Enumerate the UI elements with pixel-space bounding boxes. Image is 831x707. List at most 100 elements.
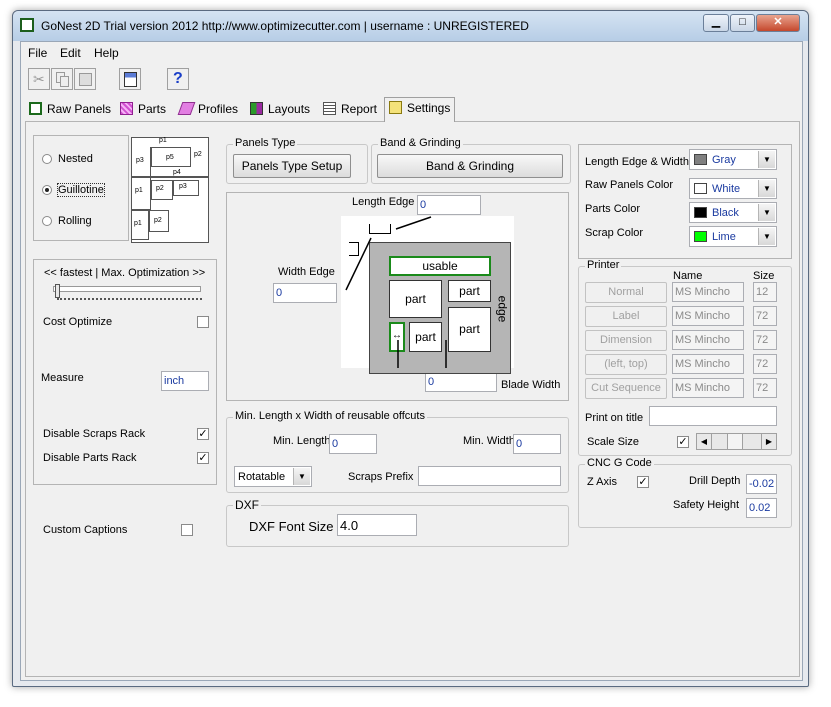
tab-settings[interactable]: Settings [384, 97, 456, 122]
printer-left-top-size[interactable]: 72 [753, 354, 777, 374]
app-window: GoNest 2D Trial version 2012 http://www.… [12, 10, 809, 687]
optimization-slider-thumb[interactable] [55, 284, 60, 298]
paste-icon [79, 73, 92, 86]
tab-profiles[interactable]: Profiles [176, 99, 242, 121]
drill-depth-label: Drill Depth [689, 475, 741, 487]
scroll-left-icon[interactable]: ◀ [697, 434, 712, 449]
printer-left-top-button[interactable]: (left, top) [585, 354, 667, 375]
settings-icon [389, 101, 402, 114]
scale-size-scrollbar[interactable]: ◀ ▶ [696, 433, 777, 450]
title-bar[interactable]: GoNest 2D Trial version 2012 http://www.… [13, 11, 808, 41]
printer-label-font[interactable]: MS Mincho [672, 306, 744, 326]
menu-edit[interactable]: Edit [60, 46, 81, 60]
scrap-color-select[interactable]: Lime ▼ [689, 226, 777, 247]
menu-file[interactable]: File [28, 46, 47, 60]
copy-button[interactable] [51, 68, 73, 90]
parts-icon [120, 102, 133, 115]
close-button[interactable]: ✕ [756, 14, 800, 32]
cut-button[interactable]: ✂ [28, 68, 50, 90]
dxf-font-size-input[interactable]: 4.0 [337, 514, 417, 536]
tab-raw-panels[interactable]: Raw Panels [25, 99, 115, 121]
printer-dimension-button[interactable]: Dimension [585, 330, 667, 351]
disable-parts-label: Disable Parts Rack [43, 452, 137, 464]
length-edge-color-select[interactable]: Gray ▼ [689, 149, 777, 170]
cost-optimize-checkbox[interactable] [197, 316, 209, 328]
min-width-input[interactable]: 0 [513, 434, 561, 454]
band-grinding-button[interactable]: Band & Grinding [377, 154, 563, 178]
radio-guillotine[interactable] [42, 185, 52, 195]
printer-cut-sequence-size[interactable]: 72 [753, 378, 777, 398]
disable-parts-checkbox[interactable]: ✓ [197, 452, 209, 464]
blade-width-label: Blade Width [501, 379, 561, 391]
z-axis-checkbox[interactable]: ✓ [637, 476, 649, 488]
report-icon [323, 102, 336, 115]
minimize-button[interactable]: ▁ [703, 14, 729, 32]
calculator-icon [124, 72, 137, 87]
raw-panels-color-swatch [694, 183, 707, 194]
printer-dimension-font[interactable]: MS Mincho [672, 330, 744, 350]
min-length-label: Min. Length [273, 435, 331, 447]
printer-label-button[interactable]: Label [585, 306, 667, 327]
printer-normal-size[interactable]: 12 [753, 282, 777, 302]
radio-nested[interactable] [42, 154, 52, 164]
tab-report[interactable]: Report [319, 99, 381, 121]
custom-captions-label: Custom Captions [43, 524, 128, 536]
printer-dimension-size[interactable]: 72 [753, 330, 777, 350]
min-length-input[interactable]: 0 [329, 434, 377, 454]
tab-parts[interactable]: Parts [116, 99, 170, 121]
scroll-thumb[interactable] [727, 434, 743, 449]
rotatable-select[interactable]: Rotatable ▼ [234, 466, 312, 487]
chevron-down-icon[interactable]: ▼ [293, 468, 310, 485]
parts-color-select[interactable]: Black ▼ [689, 202, 777, 223]
parts-color-label: Parts Color [585, 203, 641, 215]
printer-normal-font[interactable]: MS Mincho [672, 282, 744, 302]
printer-cut-sequence-button[interactable]: Cut Sequence [585, 378, 667, 399]
measure-input[interactable]: inch [161, 371, 209, 391]
scrap-color-label: Scrap Color [585, 227, 644, 239]
custom-captions-checkbox[interactable] [181, 524, 193, 536]
help-button[interactable]: ? [167, 68, 189, 90]
safety-height-input[interactable]: 0.02 [746, 498, 777, 518]
printer-label-size[interactable]: 72 [753, 306, 777, 326]
length-edge-label: Length Edge [352, 196, 415, 208]
printer-normal-button[interactable]: Normal [585, 282, 667, 303]
chevron-down-icon[interactable]: ▼ [758, 180, 775, 197]
printer-left-top-font[interactable]: MS Mincho [672, 354, 744, 374]
profiles-icon [177, 102, 196, 115]
scale-size-label: Scale Size [587, 436, 639, 448]
scraps-prefix-input[interactable] [418, 466, 561, 486]
width-edge-input[interactable]: 0 [273, 283, 337, 303]
drill-depth-input[interactable]: -0.02 [746, 474, 777, 494]
chevron-down-icon[interactable]: ▼ [758, 228, 775, 245]
safety-height-label: Safety Height [673, 499, 740, 511]
menu-help[interactable]: Help [94, 46, 119, 60]
disable-scraps-checkbox[interactable]: ✓ [197, 428, 209, 440]
radio-rolling[interactable] [42, 216, 52, 226]
panels-type-setup-button[interactable]: Panels Type Setup [233, 154, 351, 178]
min-width-label: Min. Width [463, 435, 515, 447]
maximize-button[interactable]: □ [730, 14, 755, 32]
chevron-down-icon[interactable]: ▼ [758, 204, 775, 221]
blade-width-input[interactable]: 0 [425, 372, 497, 392]
scale-size-checkbox[interactable]: ✓ [677, 436, 689, 448]
paste-button[interactable] [74, 68, 96, 90]
disable-scraps-label: Disable Scraps Rack [43, 428, 146, 440]
length-edge-input[interactable]: 0 [417, 195, 481, 215]
tab-layouts[interactable]: Layouts [246, 99, 314, 121]
window-title: GoNest 2D Trial version 2012 http://www.… [41, 19, 529, 33]
raw-panels-color-select[interactable]: White ▼ [689, 178, 777, 199]
z-axis-label: Z Axis [587, 476, 617, 488]
chevron-down-icon[interactable]: ▼ [758, 151, 775, 168]
length-edge-color-label: Length Edge & Width [585, 156, 689, 168]
edge-diagram: usable part part part part ↔ edge [341, 216, 514, 374]
scrap-color-swatch [694, 231, 707, 242]
calculator-button[interactable] [119, 68, 141, 90]
length-edge-color-swatch [694, 154, 707, 165]
print-on-title-input[interactable] [649, 406, 777, 426]
printer-cut-sequence-font[interactable]: MS Mincho [672, 378, 744, 398]
raw-panels-icon [29, 102, 42, 115]
optimization-slider[interactable] [53, 284, 203, 306]
client-area: File Edit Help ✂ ? Raw Panels Parts Prof… [20, 41, 803, 681]
method-preview: p1 p3 p5 p2 p4 p1 p2 p3 p1 p2 [131, 137, 209, 243]
scroll-right-icon[interactable]: ▶ [761, 434, 776, 449]
